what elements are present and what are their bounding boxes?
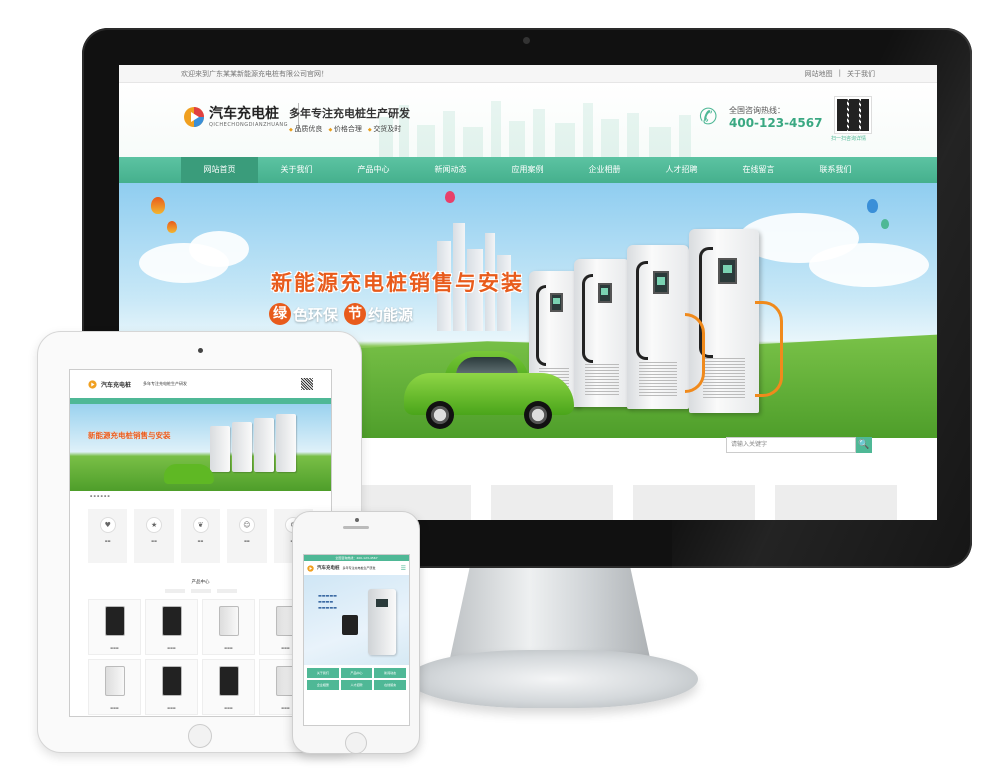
logo-pinyin: QICHECHONGDIANZHUANG xyxy=(209,122,288,128)
leaf-icon: ❦ xyxy=(192,517,209,533)
heart-icon: ♥ xyxy=(99,517,116,533)
tablet-banner: 新能源充电桩销售与安装 xyxy=(70,404,331,491)
phone-nav-item[interactable]: 新闻动态 xyxy=(374,668,406,678)
banner-title: 新能源充电桩销售与安装 xyxy=(271,270,524,295)
tablet-header: 汽车充电桩 多年专注充电桩生产研发 xyxy=(70,370,331,398)
phone-nav-item[interactable]: 企业相册 xyxy=(307,680,339,690)
user-icon: ☺ xyxy=(238,517,255,533)
logo-play-icon xyxy=(307,564,314,572)
city-skyline-icon xyxy=(379,101,691,157)
tablet-camera xyxy=(198,348,203,353)
banner-badge: 节 xyxy=(344,303,367,325)
feature-placeholders xyxy=(349,485,897,520)
top-bar: 欢迎来到广东某某新能源充电桩有限公司官网！ 网站地图 | 关于我们 xyxy=(119,65,937,83)
phone-camera xyxy=(355,518,359,522)
slogan-tag: 品质优良 xyxy=(289,124,322,134)
hotline-number: 400-123-4567 xyxy=(729,116,823,130)
product-card[interactable]: ▬▬▬ xyxy=(145,599,198,655)
balloon-icon xyxy=(445,191,455,203)
phone-icon: ✆ xyxy=(699,104,718,130)
slogan-tag: 价格合理 xyxy=(328,124,362,134)
monitor-camera xyxy=(523,37,530,44)
nav-home[interactable]: 网站首页 xyxy=(181,157,258,183)
slogan-tags: 品质优良 价格合理 交货及时 xyxy=(289,124,410,134)
hotline: ✆ 全国咨询热线： 400-123-4567 xyxy=(699,105,822,130)
phone-nav-item[interactable]: 人才招聘 xyxy=(340,680,373,690)
nav-jobs[interactable]: 人才招聘 xyxy=(643,157,720,183)
search-button[interactable]: 🔍 xyxy=(856,437,872,453)
phone-nav-grid: 关于我们 产品中心 新闻动态 企业相册 人才招聘 在线留言 xyxy=(304,665,409,693)
banner-badge-text: 色环保 xyxy=(293,305,339,324)
top-links: 网站地图 | 关于我们 xyxy=(804,68,875,79)
site-header: 汽车充电桩 QICHECHONGDIANZHUANG 多年专注充电桩生产研发 品… xyxy=(119,83,937,157)
search-bar: 请输入关键字 🔍 xyxy=(726,437,872,453)
green-car-illustration xyxy=(164,464,214,484)
phone-speaker xyxy=(343,526,369,529)
charger-illustration xyxy=(368,589,396,655)
product-card[interactable]: ▬▬▬ xyxy=(145,659,198,715)
banner-subtitle: 绿 色环保 节 约能源 xyxy=(269,303,417,325)
nav-products[interactable]: 产品中心 xyxy=(335,157,412,183)
qr-label: 扫一扫咨询详情 xyxy=(831,136,867,142)
nav-contact[interactable]: 联系我们 xyxy=(797,157,874,183)
product-card[interactable]: ▬▬▬ xyxy=(88,599,141,655)
qr-code-icon xyxy=(301,378,313,390)
green-car-illustration xyxy=(404,351,574,429)
sitemap-link[interactable]: 网站地图 xyxy=(805,69,833,79)
banner-badge-text: 约能源 xyxy=(368,305,414,324)
logo-play-icon xyxy=(184,107,204,127)
phone-header: 汽车充电桩 多年专注充电桩生产研发 ☰ xyxy=(304,561,409,575)
phone-nav-item[interactable]: 产品中心 xyxy=(340,668,373,678)
banner-badge: 绿 xyxy=(269,303,291,325)
tablet-slogan: 多年专注充电桩生产研发 xyxy=(143,381,188,386)
phone-screen: 全国咨询热线：400-123-4567 汽车充电桩 多年专注充电桩生产研发 ☰ … xyxy=(303,554,410,726)
main-nav: 网站首页 关于我们 产品中心 新闻动态 应用案例 企业相册 人才招聘 在线留言 … xyxy=(119,157,937,183)
header-slogan: 多年专注充电桩生产研发 品质优良 价格合理 交货及时 xyxy=(289,105,410,134)
qr-code-icon xyxy=(834,96,872,134)
charger-illustration xyxy=(627,245,689,409)
mockup-stage: 欢迎来到广东某某新能源充电桩有限公司官网！ 网站地图 | 关于我们 汽车充电桩 … xyxy=(0,0,1000,782)
tablet-banner-title: 新能源充电桩销售与安装 xyxy=(88,431,171,440)
star-icon: ★ xyxy=(146,517,163,533)
hotline-label: 全国咨询热线： xyxy=(729,106,785,115)
phone-nav-item[interactable]: 关于我们 xyxy=(307,668,339,678)
nav-news[interactable]: 新闻动态 xyxy=(412,157,489,183)
slogan-main: 多年专注充电桩生产研发 xyxy=(289,107,410,120)
nav-cases[interactable]: 应用案例 xyxy=(489,157,566,183)
phone-banner: ▬▬▬▬▬ ▬▬▬▬ ▬▬▬▬▬ xyxy=(304,575,409,665)
nav-message[interactable]: 在线留言 xyxy=(720,157,797,183)
charger-illustration xyxy=(574,259,630,407)
phone-home-button[interactable] xyxy=(345,732,367,754)
balloon-icon xyxy=(881,219,889,229)
about-link[interactable]: 关于我们 xyxy=(847,69,875,79)
monitor-stand-base xyxy=(408,650,698,708)
nav-album[interactable]: 企业相册 xyxy=(566,157,643,183)
product-card[interactable]: ▬▬▬ xyxy=(202,599,255,655)
phone-logo[interactable]: 汽车充电桩 xyxy=(317,565,340,571)
phone-device: 全国咨询热线：400-123-4567 汽车充电桩 多年专注充电桩生产研发 ☰ … xyxy=(292,511,420,754)
tablet-breadcrumb: ▪ ▪ ▪ ▪ ▪ ▪ xyxy=(90,494,110,498)
balloon-icon xyxy=(151,197,165,214)
menu-icon[interactable]: ☰ xyxy=(401,565,406,572)
product-card[interactable]: ▬▬▬ xyxy=(88,659,141,715)
nav-about[interactable]: 关于我们 xyxy=(258,157,335,183)
product-card[interactable]: ▬▬▬ xyxy=(202,659,255,715)
welcome-text: 欢迎来到广东某某新能源充电桩有限公司官网！ xyxy=(181,69,328,78)
balloon-icon xyxy=(867,199,878,213)
phone-slogan: 多年专注充电桩生产研发 xyxy=(342,566,376,570)
balloon-icon xyxy=(167,221,177,233)
tablet-logo[interactable]: 汽车充电桩 xyxy=(101,380,131,389)
slogan-tag: 交货及时 xyxy=(368,124,401,134)
site-logo[interactable]: 汽车充电桩 QICHECHONGDIANZHUANG xyxy=(183,103,305,131)
search-input[interactable]: 请输入关键字 xyxy=(726,437,856,453)
phone-nav-item[interactable]: 在线留言 xyxy=(374,680,406,690)
monitor-stand-neck xyxy=(450,566,650,658)
logo-name: 汽车充电桩 xyxy=(209,106,279,122)
tablet-home-button[interactable] xyxy=(188,724,212,748)
logo-play-icon xyxy=(88,379,97,389)
